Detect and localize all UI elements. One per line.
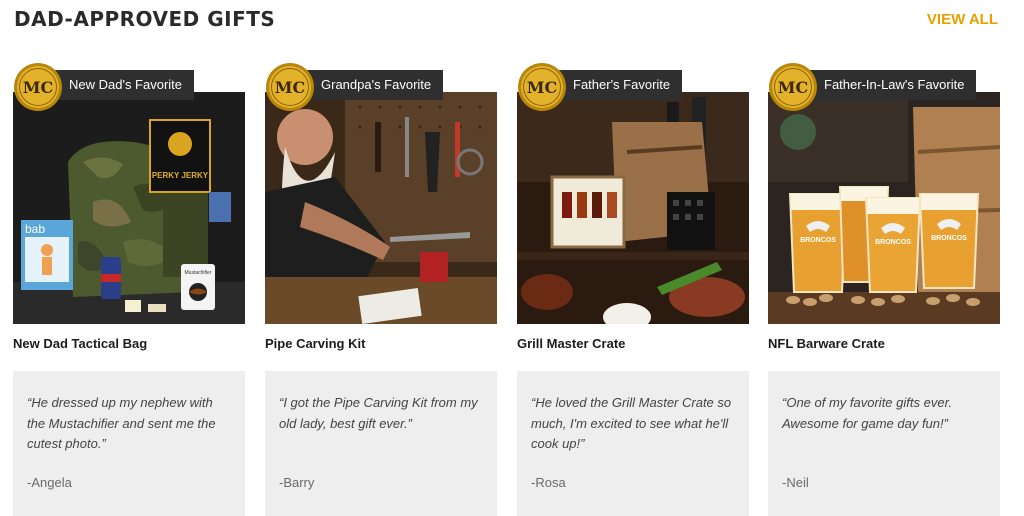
- product-name[interactable]: New Dad Tactical Bag: [13, 336, 245, 351]
- svg-text:BRONCOS: BRONCOS: [931, 235, 967, 242]
- svg-text:BRONCOS: BRONCOS: [875, 239, 911, 246]
- svg-text:MC: MC: [778, 78, 808, 97]
- product-image[interactable]: PERKY JERKY bab Mustachifier: [13, 92, 245, 324]
- section-header: DAD-APPROVED GIFTS VIEW ALL: [0, 0, 1024, 40]
- mustache-club-logo-icon: MC: [518, 63, 566, 111]
- section-title: DAD-APPROVED GIFTS: [14, 7, 276, 31]
- workshop-carving-image: [265, 92, 497, 324]
- testimonial-author: -Barry: [279, 475, 315, 490]
- testimonial-quote: “He dressed up my nephew with the Mustac…: [27, 395, 216, 451]
- product-name[interactable]: Grill Master Crate: [517, 336, 749, 351]
- testimonial-author: -Angela: [27, 475, 72, 490]
- product-image[interactable]: BRONCOS BRONCOS BRONCOS: [768, 92, 1000, 324]
- favorite-badge: New Dad's Favorite: [51, 70, 195, 100]
- mustache-club-logo-icon: MC: [14, 63, 62, 111]
- svg-text:bab: bab: [25, 222, 45, 236]
- svg-text:MC: MC: [275, 78, 305, 97]
- testimonial-box: “He dressed up my nephew with the Mustac…: [13, 371, 245, 516]
- svg-text:MC: MC: [23, 78, 53, 97]
- testimonial-author: -Neil: [782, 475, 809, 490]
- view-all-link[interactable]: VIEW ALL: [927, 11, 998, 28]
- favorite-badge: Father-In-Law's Favorite: [806, 70, 977, 100]
- product-image[interactable]: [517, 92, 749, 324]
- testimonial-box: “He loved the Grill Master Crate so much…: [517, 371, 749, 516]
- testimonial-box: “I got the Pipe Carving Kit from my old …: [265, 371, 497, 516]
- svg-text:PERKY JERKY: PERKY JERKY: [152, 171, 209, 180]
- product-image[interactable]: [265, 92, 497, 324]
- mustache-club-logo-icon: MC: [769, 63, 817, 111]
- testimonial-author: -Rosa: [531, 475, 566, 490]
- favorite-badge: Father's Favorite: [555, 70, 683, 100]
- svg-text:Mustachifier: Mustachifier: [185, 270, 212, 276]
- favorite-badge: Grandpa's Favorite: [303, 70, 444, 100]
- mustache-club-logo-icon: MC: [266, 63, 314, 111]
- svg-text:MC: MC: [527, 78, 557, 97]
- beer-glasses-image: BRONCOS BRONCOS BRONCOS: [768, 92, 1000, 324]
- product-name[interactable]: NFL Barware Crate: [768, 336, 1000, 351]
- testimonial-box: “One of my favorite gifts ever. Awesome …: [768, 371, 1000, 516]
- grill-crate-image: [517, 92, 749, 324]
- testimonial-quote: “One of my favorite gifts ever. Awesome …: [782, 395, 953, 431]
- testimonial-quote: “I got the Pipe Carving Kit from my old …: [279, 395, 478, 431]
- testimonial-quote: “He loved the Grill Master Crate so much…: [531, 395, 732, 451]
- product-name[interactable]: Pipe Carving Kit: [265, 336, 497, 351]
- camo-backpack-image: PERKY JERKY bab Mustachifier: [13, 92, 245, 324]
- svg-text:BRONCOS: BRONCOS: [800, 237, 836, 244]
